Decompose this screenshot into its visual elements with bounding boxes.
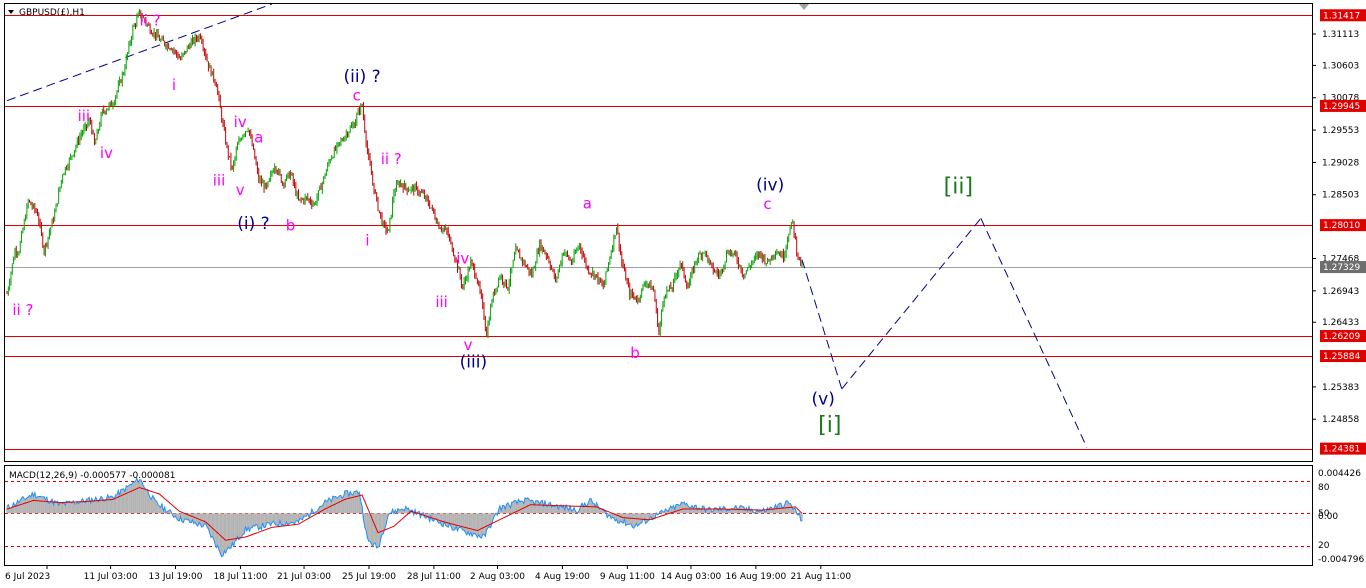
- wave-label[interactable]: i: [172, 76, 176, 94]
- wave-label[interactable]: (ii) ?: [344, 67, 381, 87]
- time-tick-label: 18 Jul 11:00: [213, 572, 267, 582]
- wave-label[interactable]: b: [286, 217, 296, 235]
- wave-label[interactable]: ii ?: [140, 12, 161, 30]
- time-tick-label: 16 Aug 19:00: [726, 572, 787, 582]
- level-price-badge-label: 1.24381: [1323, 445, 1360, 455]
- level-price-badge-label: 1.29945: [1323, 102, 1360, 112]
- level-price-badge-label: 1.31417: [1323, 11, 1360, 21]
- wave-label[interactable]: a: [254, 129, 263, 147]
- wave-label[interactable]: v: [236, 181, 245, 199]
- macd-tick-label: 20: [1318, 541, 1330, 551]
- price-tick-label: 1.29553: [1322, 126, 1359, 136]
- time-tick-label: 28 Jul 11:00: [407, 572, 461, 582]
- price-tick-label: 1.28503: [1322, 191, 1359, 201]
- wave-label[interactable]: (iv): [756, 176, 784, 196]
- time-tick-label: 11 Jul 03:00: [84, 572, 138, 582]
- price-tick-label: 1.24858: [1322, 415, 1359, 425]
- wave-label[interactable]: c: [353, 87, 361, 105]
- macd-tick-label: 80: [1318, 483, 1330, 493]
- wave-label[interactable]: [ii]: [944, 175, 973, 200]
- price-tick-label: 1.26943: [1322, 287, 1359, 297]
- wave-label[interactable]: c: [763, 195, 771, 213]
- wave-label[interactable]: ii ?: [381, 150, 402, 168]
- wave-label[interactable]: [i]: [818, 413, 841, 438]
- time-tick-label: 6 Jul 2023: [5, 572, 50, 582]
- time-tick-label: 13 Jul 19:00: [149, 572, 203, 582]
- main-chart-pane[interactable]: [4, 3, 1313, 462]
- wave-label[interactable]: iv: [456, 249, 469, 267]
- wave-label[interactable]: (iii): [460, 352, 487, 372]
- time-tick-label: 2 Aug 03:00: [470, 572, 525, 582]
- wave-label[interactable]: b: [630, 344, 640, 362]
- wave-label[interactable]: ii ?: [12, 301, 33, 319]
- wave-label[interactable]: iv: [100, 144, 113, 162]
- level-price-badge-label: 1.28010: [1323, 221, 1360, 231]
- wave-label[interactable]: iii: [213, 172, 226, 190]
- wave-label[interactable]: iv: [234, 113, 247, 131]
- price-tick-label: 1.29028: [1322, 158, 1359, 168]
- price-tick-label: 1.31113: [1322, 30, 1359, 40]
- price-tick-label: 1.26433: [1322, 318, 1359, 328]
- time-tick-label: 21 Aug 11:00: [790, 572, 851, 582]
- time-tick-label: 4 Aug 19:00: [535, 572, 590, 582]
- time-tick-label: 25 Jul 19:00: [342, 572, 396, 582]
- symbol-title: GBPUSD(£),H1: [19, 8, 85, 18]
- macd-tick-label: 0.00: [1318, 512, 1338, 522]
- chart-canvas[interactable]: ii ?iiiiivii ?iviiivab(i) ?(ii) ?cii ?ii…: [0, 0, 1366, 588]
- wave-label[interactable]: (i) ?: [237, 214, 269, 234]
- wave-label[interactable]: iii: [78, 107, 91, 125]
- level-price-badge-label: 1.25884: [1323, 352, 1360, 362]
- time-tick-label: 14 Aug 03:00: [661, 572, 722, 582]
- level-price-badge-label: 1.26209: [1323, 332, 1360, 342]
- time-tick-label: 9 Aug 11:00: [600, 572, 655, 582]
- time-tick-label: 21 Jul 03:00: [277, 572, 331, 582]
- wave-label[interactable]: a: [583, 194, 592, 212]
- current-price-badge-label: 1.27329: [1323, 263, 1360, 273]
- macd-tick-label: 0.004426: [1318, 469, 1361, 479]
- wave-label[interactable]: iii: [435, 293, 448, 311]
- macd-tick-label: -0.004796: [1318, 555, 1364, 565]
- wave-label[interactable]: i: [365, 231, 369, 249]
- macd-title: MACD(12,26,9) -0.000577 -0.000081: [9, 471, 175, 481]
- wave-label[interactable]: (v): [812, 389, 835, 409]
- price-tick-label: 1.25383: [1322, 383, 1359, 393]
- price-tick-label: 1.30603: [1322, 61, 1359, 71]
